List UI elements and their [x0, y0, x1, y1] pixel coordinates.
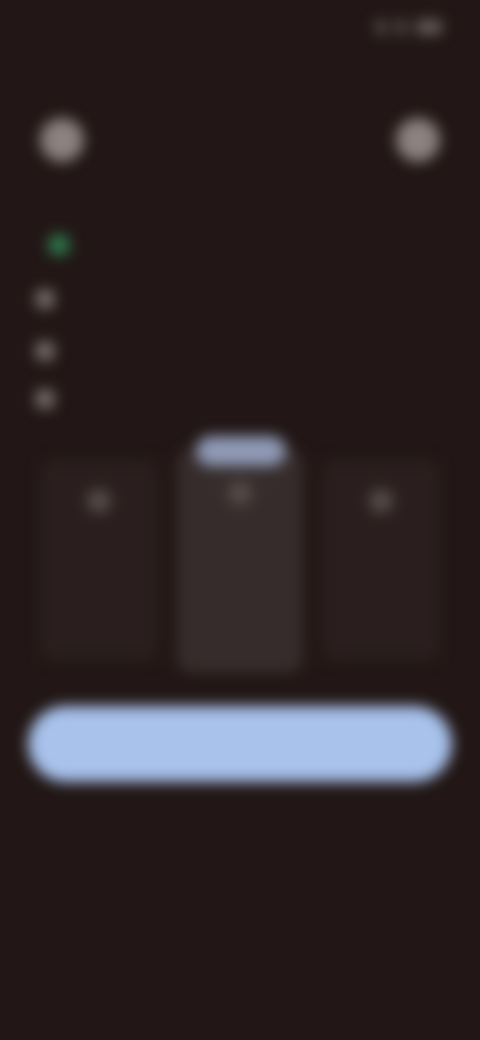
- plan-card-1[interactable]: [40, 460, 158, 660]
- status-bar: [0, 0, 480, 60]
- plan-icon: [88, 490, 110, 512]
- plan-badge: [196, 436, 286, 466]
- subscribe-button[interactable]: [28, 706, 452, 782]
- plan-card-3[interactable]: [322, 460, 440, 660]
- check-icon: [36, 390, 54, 408]
- plan-card-2[interactable]: [178, 450, 302, 672]
- close-icon[interactable]: [40, 118, 84, 162]
- feature-item: [36, 290, 356, 308]
- check-icon: [36, 290, 54, 308]
- subtitle: [40, 234, 340, 256]
- plan-icon: [229, 482, 251, 504]
- battery-icon: [416, 20, 442, 34]
- plan-icon: [370, 490, 392, 512]
- feature-item: [36, 342, 356, 360]
- status-dot-icon: [48, 234, 70, 256]
- signal-icon: [376, 20, 386, 34]
- restore-icon[interactable]: [396, 118, 440, 162]
- check-icon: [36, 342, 54, 360]
- status-icons: [376, 20, 442, 34]
- wifi-icon: [396, 20, 406, 34]
- feature-item: [36, 390, 356, 408]
